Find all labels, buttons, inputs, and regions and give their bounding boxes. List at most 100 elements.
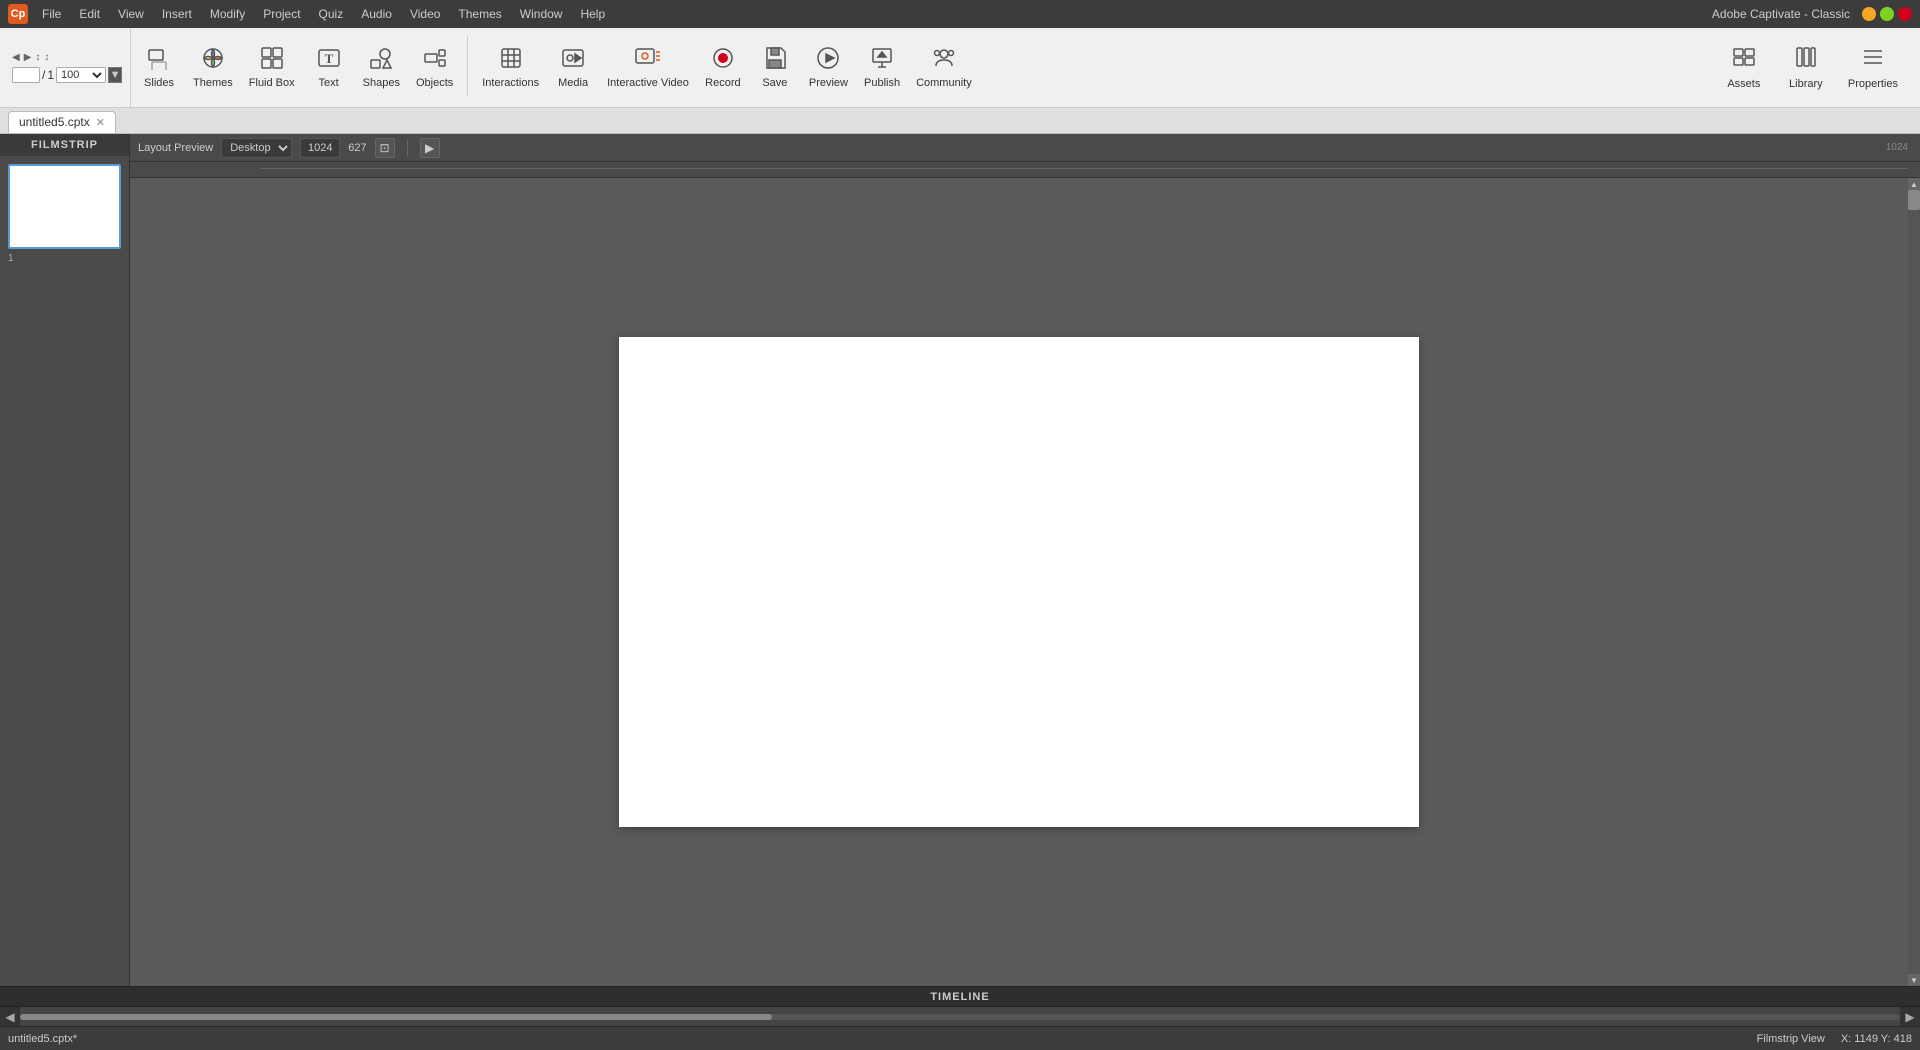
shapes-button[interactable]: Shapes [355,42,408,93]
slides-button[interactable]: Slides [133,42,185,93]
community-icon [932,46,956,74]
interactive-video-label: Interactive Video [607,77,689,89]
timeline-track[interactable] [20,1007,1900,1026]
titlebar-right: Adobe Captivate - Classic − □ × [1712,7,1912,21]
media-label: Media [558,77,588,89]
title-bar: Cp File Edit View Insert Modify Project … [0,0,1920,28]
filmstrip-title: FILMSTRIP [31,139,98,151]
page-number-input[interactable]: 1 [12,67,40,83]
play-button[interactable]: ▶ [420,138,440,158]
timeline-scrollbar-thumb [20,1014,772,1020]
properties-icon [1861,45,1885,75]
canvas-dimension-sep: 627 [348,142,366,154]
maximize-button[interactable]: □ [1880,7,1894,21]
menu-window[interactable]: Window [512,5,571,23]
right-scrollbar[interactable]: ▲ ▼ [1908,178,1920,986]
slide-canvas[interactable] [619,337,1419,827]
zoom-select[interactable]: 100 75 50 150 [56,67,106,83]
svg-text:T: T [324,51,333,66]
filmstrip-header: FILMSTRIP [0,134,129,156]
menu-file[interactable]: File [34,5,69,23]
filmstrip-content[interactable]: 1 [0,156,129,986]
filmstrip-panel: FILMSTRIP 1 [0,134,130,986]
menu-audio[interactable]: Audio [353,5,400,23]
fit-canvas-button[interactable]: ⊡ [375,138,395,158]
timeline-next-button[interactable]: ▶ [1900,1007,1920,1026]
library-button[interactable]: Library [1776,41,1836,94]
text-button[interactable]: T Text [303,42,355,93]
save-label: Save [762,77,787,89]
canvas-scroll-wrapper: ▲ ▼ [130,178,1920,986]
scroll-up-arrow[interactable]: ▲ [1908,178,1920,190]
menu-help[interactable]: Help [572,5,613,23]
library-icon [1794,45,1818,75]
record-button[interactable]: Record [697,42,749,93]
community-button[interactable]: Community [908,42,980,93]
media-icon [561,46,585,74]
canvas-width-input[interactable] [300,138,340,158]
menu-modify[interactable]: Modify [202,5,253,23]
close-button[interactable]: × [1898,7,1912,21]
layout-preview-label: Layout Preview [138,142,213,154]
assets-icon [1732,45,1756,75]
menu-video[interactable]: Video [402,5,448,23]
slide-number-1: 1 [8,253,121,264]
preview-button[interactable]: Preview [801,42,856,93]
menu-project[interactable]: Project [255,5,308,23]
zoom-dropdown-btn[interactable]: ▼ [108,67,122,83]
interactive-video-icon [634,46,662,74]
canvas-area: Layout Preview Desktop Tablet Mobile 627… [130,134,1920,986]
tab-file[interactable]: untitled5.cptx ✕ [8,111,116,133]
tab-close-button[interactable]: ✕ [96,116,105,129]
themes-icon [201,46,225,74]
scroll-down-arrow[interactable]: ▼ [1908,974,1920,986]
menu-insert[interactable]: Insert [154,5,200,23]
mode-display: Adobe Captivate - Classic [1712,7,1850,21]
timeline-header: TIMELINE [0,987,1920,1007]
properties-button[interactable]: Properties [1838,41,1908,94]
fluid-box-icon [260,46,284,74]
timeline-title: TIMELINE [930,991,989,1003]
scroll-thumb [1908,190,1920,210]
interactions-button[interactable]: Interactions [474,42,547,93]
objects-button[interactable]: Objects [408,42,461,93]
scroll-thumb-area [1908,190,1920,974]
publish-button[interactable]: Publish [856,42,908,93]
app-logo: Cp [8,4,28,24]
library-label: Library [1789,78,1823,90]
text-label: Text [319,77,339,89]
assets-button[interactable]: Assets [1714,41,1774,94]
interactive-video-button[interactable]: Interactive Video [599,42,697,93]
canvas-tb-divider [407,140,408,156]
toolbar-right-group: Assets Library Properties [1714,28,1916,107]
canvas-scroll[interactable] [130,178,1908,986]
minimize-button[interactable]: − [1862,7,1876,21]
themes-button[interactable]: Themes [185,42,241,93]
fluid-box-button[interactable]: Fluid Box [241,42,303,93]
community-label: Community [916,77,972,89]
menu-themes[interactable]: Themes [450,5,509,23]
timeline-scroll: ◀ ▶ [0,1007,1920,1026]
slide-thumbnail-1[interactable] [8,164,121,249]
media-button[interactable]: Media [547,42,599,93]
menu-quiz[interactable]: Quiz [311,5,352,23]
page-separator: / [42,68,45,82]
page-total: 1 [47,68,54,82]
menu-bar: File Edit View Insert Modify Project Qui… [34,5,613,23]
timeline-prev-button[interactable]: ◀ [0,1007,20,1026]
layout-dropdown[interactable]: Desktop Tablet Mobile [221,138,292,158]
publish-label: Publish [864,77,900,89]
toolbar-group-main: Slides Themes [131,28,463,107]
toolbar-sep-1 [467,36,468,96]
window-controls: − □ × [1862,7,1912,21]
tab-bar: untitled5.cptx ✕ [0,108,1920,134]
toolbar-group-secondary: Interactions Media [472,28,981,107]
statusbar-right: Filmstrip View X: 1149 Y: 418 [1757,1033,1912,1045]
ruler-value: 1024 [1886,142,1908,153]
menu-view[interactable]: View [110,5,152,23]
objects-label: Objects [416,77,453,89]
properties-label: Properties [1848,78,1898,90]
menu-edit[interactable]: Edit [71,5,108,23]
save-button[interactable]: Save [749,42,801,93]
interactions-label: Interactions [482,77,539,89]
